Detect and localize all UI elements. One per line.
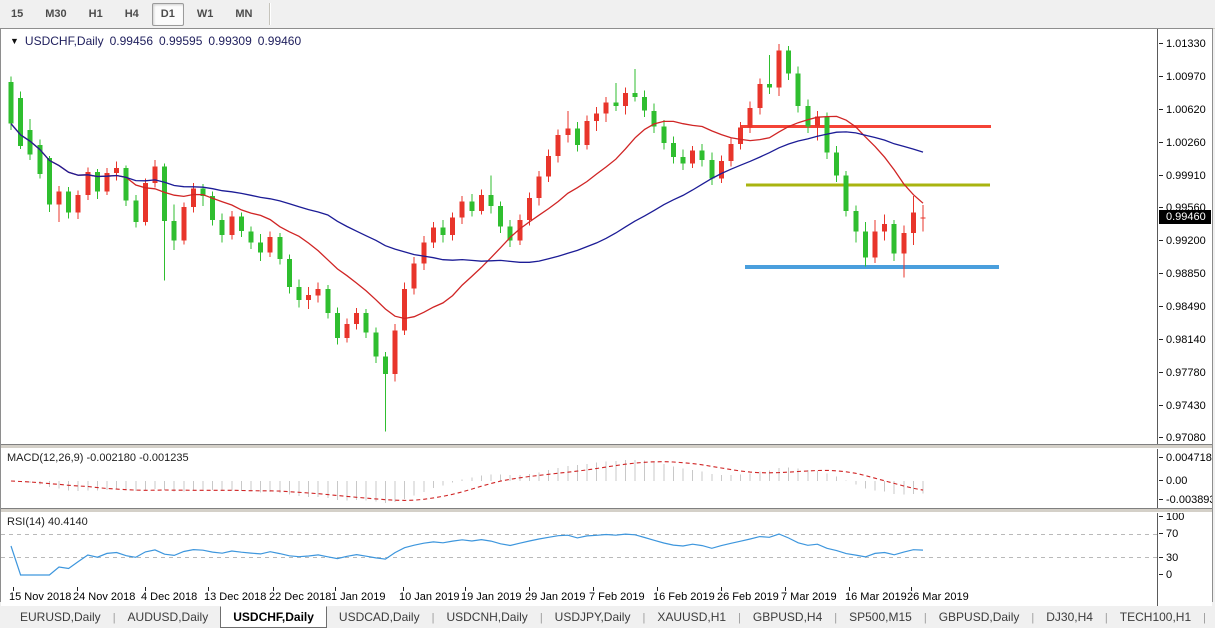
ohlc-low: 0.99309 xyxy=(208,34,251,48)
price-tick-label: 0.98140 xyxy=(1166,334,1206,346)
macd-pane[interactable]: MACD(12,26,9) -0.002180 -0.001235 xyxy=(1,449,1157,508)
date-label: 22 Dec 2018 xyxy=(269,591,331,603)
chart-tab-usdcad-daily[interactable]: USDCAD,Daily xyxy=(327,607,432,628)
rsi-tick-label: 100 xyxy=(1166,513,1184,523)
timeframe-toolbar: 15M30H1H4D1W1MN xyxy=(0,0,1215,29)
rsi-pane[interactable]: RSI(14) 40.4140 xyxy=(1,513,1157,587)
price-tick-label: 0.98490 xyxy=(1166,301,1206,313)
date-label: 19 Jan 2019 xyxy=(461,591,522,603)
date-label: 10 Jan 2019 xyxy=(399,591,460,603)
price-tick-label: 0.99910 xyxy=(1166,170,1206,182)
price-tick-label: 1.00620 xyxy=(1166,104,1206,116)
chart-tab-usdchf-daily[interactable]: USDCHF,Daily xyxy=(220,606,327,628)
price-chart-canvas[interactable] xyxy=(1,29,1157,444)
date-label: 15 Nov 2018 xyxy=(9,591,71,603)
chart-tab-dj30-h4[interactable]: DJ30,H4 xyxy=(1034,607,1105,628)
date-label: 7 Mar 2019 xyxy=(781,591,837,603)
timeframe-button-15[interactable]: 15 xyxy=(2,3,32,26)
date-label: 1 Jan 2019 xyxy=(331,591,385,603)
chart-tab-gbpusd-daily[interactable]: GBPUSD,Daily xyxy=(927,607,1032,628)
date-label: 13 Dec 2018 xyxy=(204,591,266,603)
macd-value-signal: -0.001235 xyxy=(139,452,189,464)
chart-tab-gbpusd-h4[interactable]: GBPUSD,H4 xyxy=(741,607,834,628)
timeframe-button-m30[interactable]: M30 xyxy=(36,3,75,26)
date-label: 16 Feb 2019 xyxy=(653,591,715,603)
ohlc-open: 0.99456 xyxy=(110,34,153,48)
date-label: 16 Mar 2019 xyxy=(845,591,907,603)
rsi-tick-label: 70 xyxy=(1166,528,1178,540)
macd-tick-label: -0.003893 xyxy=(1166,494,1212,506)
price-tick-label: 1.01330 xyxy=(1166,38,1206,50)
rsi-tick-label: 0 xyxy=(1166,569,1172,581)
timeframe-button-d1[interactable]: D1 xyxy=(152,3,184,26)
chart-tab-usdjpy-daily[interactable]: USDJPY,Daily xyxy=(543,607,643,628)
date-label: 26 Mar 2019 xyxy=(907,591,969,603)
macd-scale[interactable]: 0.004718 0.00 -0.003893 xyxy=(1157,449,1212,508)
rsi-scale[interactable]: 100 70 30 0 xyxy=(1157,513,1212,587)
chart-window: ▼ USDCHF,Daily 0.99456 0.99595 0.99309 0… xyxy=(0,28,1213,602)
chart-tab-eurusd-daily[interactable]: EURUSD,Daily xyxy=(8,607,113,628)
price-tick-label: 1.00260 xyxy=(1166,137,1206,149)
chart-tab-usdcnh-daily[interactable]: USDCNH,Daily xyxy=(434,607,539,628)
current-price-marker: 0.99460 xyxy=(1159,210,1211,224)
chart-tab-bar: EURUSD,Daily|AUDUSD,DailyUSDCHF,DailyUSD… xyxy=(0,606,1215,628)
price-tick-label: 0.97430 xyxy=(1166,400,1206,412)
timeframe-button-h1[interactable]: H1 xyxy=(80,3,112,26)
price-tick-label: 0.97080 xyxy=(1166,432,1206,444)
chart-tab-sp500-m15[interactable]: SP500,M15 xyxy=(837,607,924,628)
timeframe-button-w1[interactable]: W1 xyxy=(188,3,223,26)
rsi-name: RSI(14) xyxy=(7,516,45,528)
tab-strip: EURUSD,Daily|AUDUSD,DailyUSDCHF,DailyUSD… xyxy=(8,607,1215,628)
price-tick-label: 0.98850 xyxy=(1166,268,1206,280)
macd-value-main: -0.002180 xyxy=(86,452,136,464)
date-label: 24 Nov 2018 xyxy=(73,591,135,603)
chart-title: ▼ USDCHF,Daily 0.99456 0.99595 0.99309 0… xyxy=(10,34,301,48)
rsi-value: 40.4140 xyxy=(48,516,88,528)
macd-name: MACD(12,26,9) xyxy=(7,452,83,464)
price-scale[interactable]: 1.013301.009701.006201.002600.999100.995… xyxy=(1157,29,1212,444)
time-axis[interactable]: 15 Nov 201824 Nov 2018 4 Dec 2018 13 Dec 2… xyxy=(1,587,1157,607)
chart-symbol-label: USDCHF,Daily xyxy=(25,34,104,48)
macd-tick-label: 0.00 xyxy=(1166,475,1187,487)
timeframe-button-h4[interactable]: H4 xyxy=(116,3,148,26)
date-label: 29 Jan 2019 xyxy=(525,591,586,603)
chart-menu-icon[interactable]: ▼ xyxy=(10,36,19,46)
timeframe-button-mn[interactable]: MN xyxy=(226,3,261,26)
price-tick-label: 0.99200 xyxy=(1166,235,1206,247)
rsi-canvas[interactable] xyxy=(1,513,1157,587)
chart-tab-audusd-daily[interactable]: AUDUSD,Daily xyxy=(116,607,221,628)
price-chart[interactable]: ▼ USDCHF,Daily 0.99456 0.99595 0.99309 0… xyxy=(1,29,1157,444)
macd-label: MACD(12,26,9) -0.002180 -0.001235 xyxy=(7,452,189,464)
rsi-tick-label: 30 xyxy=(1166,552,1178,564)
date-label: 26 Feb 2019 xyxy=(717,591,779,603)
toolbar-separator xyxy=(269,3,270,25)
ohlc-close: 0.99460 xyxy=(258,34,301,48)
time-axis-corner xyxy=(1157,587,1212,607)
date-label: 7 Feb 2019 xyxy=(589,591,645,603)
macd-tick-label: 0.004718 xyxy=(1166,452,1212,464)
ohlc-high: 0.99595 xyxy=(159,34,202,48)
chart-tab-tech100-h1[interactable]: TECH100,H1 xyxy=(1108,607,1203,628)
rsi-label: RSI(14) 40.4140 xyxy=(7,516,88,528)
date-label: 4 Dec 2018 xyxy=(141,591,197,603)
chart-tab-uk[interactable]: UK xyxy=(1206,607,1215,628)
price-tick-label: 0.97780 xyxy=(1166,367,1206,379)
price-tick-label: 1.00970 xyxy=(1166,71,1206,83)
chart-tab-xauusd-h1[interactable]: XAUUSD,H1 xyxy=(645,607,738,628)
